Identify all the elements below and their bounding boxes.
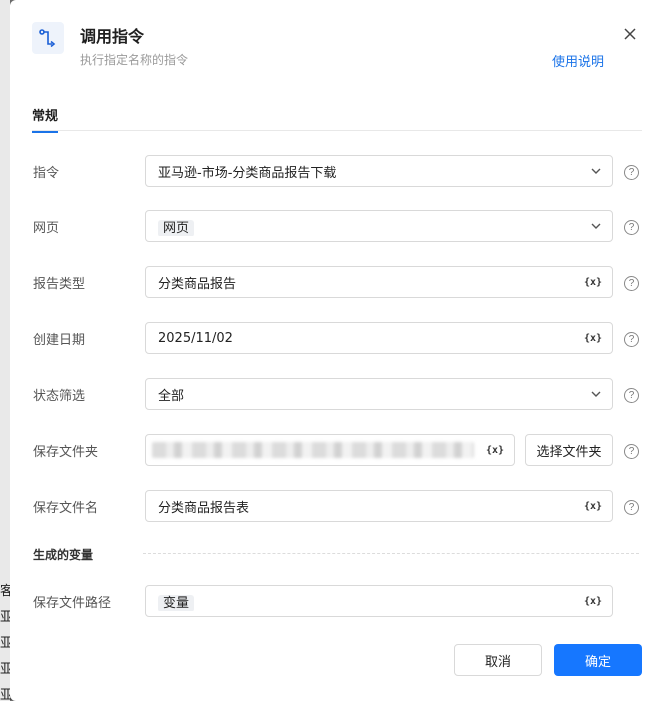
help-icon[interactable]: ? bbox=[624, 444, 639, 459]
close-button[interactable] bbox=[620, 24, 640, 44]
status-filter-value: 全部 bbox=[158, 388, 185, 404]
status-filter-select[interactable]: 全部 bbox=[145, 378, 613, 410]
field-label-save-folder: 保存文件夹 bbox=[33, 445, 99, 460]
help-icon[interactable]: ? bbox=[624, 500, 639, 515]
created-date-value: 2025/11/02 bbox=[158, 330, 233, 346]
variable-insert-icon[interactable]: {x} bbox=[584, 501, 602, 512]
command-select[interactable]: 亚马逊-市场-分类商品报告下载 bbox=[145, 155, 613, 187]
field-label-status-filter: 状态筛选 bbox=[33, 389, 86, 404]
help-icon[interactable]: ? bbox=[624, 220, 639, 235]
flow-route-icon bbox=[32, 22, 64, 54]
variable-insert-icon[interactable]: {x} bbox=[486, 445, 504, 456]
field-label-file-name: 保存文件名 bbox=[33, 501, 99, 516]
variable-insert-icon[interactable]: {x} bbox=[584, 333, 602, 344]
close-icon bbox=[624, 28, 636, 40]
background-window-strip: 客 亚 亚 亚 亚 bbox=[0, 0, 13, 701]
command-select-value: 亚马逊-市场-分类商品报告下载 bbox=[158, 165, 337, 181]
cancel-button[interactable]: 取消 bbox=[454, 644, 542, 676]
field-label-command: 指令 bbox=[33, 166, 60, 181]
field-label-save-path: 保存文件路径 bbox=[33, 596, 112, 611]
variable-insert-icon[interactable]: {x} bbox=[584, 277, 602, 288]
tab-general[interactable]: 常规 bbox=[32, 105, 59, 133]
choose-folder-button[interactable]: 选择文件夹 bbox=[525, 434, 613, 466]
help-icon[interactable]: ? bbox=[624, 388, 639, 403]
chevron-down-icon bbox=[591, 223, 601, 229]
help-icon[interactable]: ? bbox=[624, 165, 639, 180]
webpage-chip: 网页 bbox=[158, 219, 195, 236]
chevron-down-icon bbox=[591, 391, 601, 397]
report-type-value: 分类商品报告 bbox=[158, 276, 237, 292]
save-folder-input[interactable]: {x} bbox=[145, 434, 515, 466]
confirm-button[interactable]: 确定 bbox=[554, 644, 642, 676]
help-icon[interactable]: ? bbox=[624, 276, 639, 291]
field-label-webpage: 网页 bbox=[33, 221, 60, 236]
tab-bar: 常规 bbox=[32, 100, 642, 133]
dialog-subtitle: 执行指定名称的指令 bbox=[80, 53, 189, 67]
section-divider bbox=[143, 553, 639, 554]
variable-chip: 变量 bbox=[158, 594, 195, 611]
field-label-report-type: 报告类型 bbox=[33, 277, 86, 292]
invoke-command-dialog: 调用指令 执行指定名称的指令 使用说明 常规 指令 亚马逊-市场-分类商品报告下… bbox=[10, 0, 666, 701]
variable-insert-icon[interactable]: {x} bbox=[584, 596, 602, 607]
help-icon[interactable]: ? bbox=[624, 332, 639, 347]
usage-help-link[interactable]: 使用说明 bbox=[552, 51, 604, 70]
redacted-path bbox=[152, 442, 474, 458]
field-label-created-date: 创建日期 bbox=[33, 333, 86, 348]
dialog-title: 调用指令 bbox=[80, 27, 145, 46]
generated-variables-heading: 生成的变量 bbox=[33, 548, 94, 562]
chevron-down-icon bbox=[591, 168, 601, 174]
file-name-input[interactable]: 分类商品报告表 {x} bbox=[145, 490, 613, 522]
report-type-input[interactable]: 分类商品报告 {x} bbox=[145, 266, 613, 298]
save-path-variable-input[interactable]: 变量 {x} bbox=[145, 585, 613, 617]
file-name-value: 分类商品报告表 bbox=[158, 500, 250, 516]
webpage-select[interactable]: 网页 bbox=[145, 210, 613, 242]
created-date-input[interactable]: 2025/11/02 {x} bbox=[145, 322, 613, 354]
